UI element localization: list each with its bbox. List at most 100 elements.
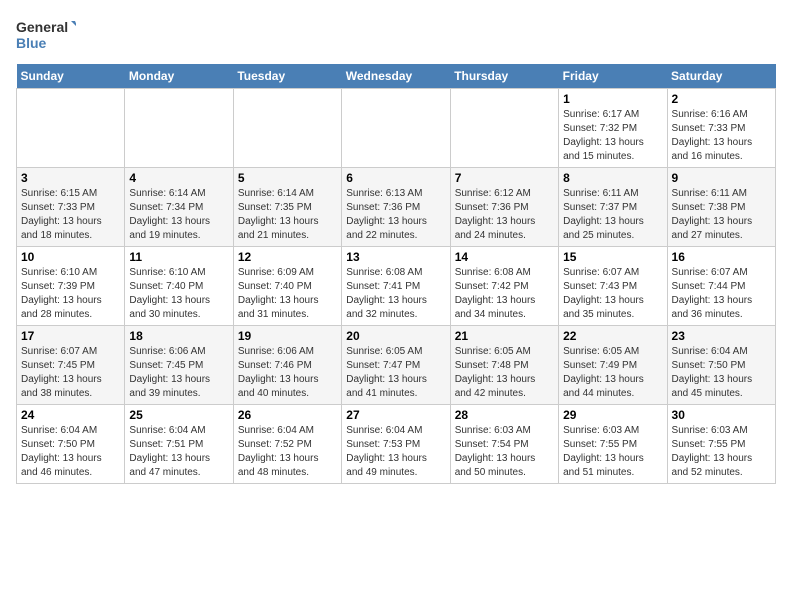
calendar-cell: 24 Sunrise: 6:04 AMSunset: 7:50 PMDayligh… xyxy=(17,405,125,484)
col-header-monday: Monday xyxy=(125,64,233,89)
svg-text:Blue: Blue xyxy=(16,35,47,51)
calendar-cell xyxy=(17,89,125,168)
day-info: Sunrise: 6:14 AMSunset: 7:34 PMDaylight:… xyxy=(129,187,228,243)
calendar-cell: 4 Sunrise: 6:14 AMSunset: 7:34 PMDaylight… xyxy=(125,168,233,247)
calendar-cell: 27 Sunrise: 6:04 AMSunset: 7:53 PMDayligh… xyxy=(342,405,450,484)
day-number: 4 xyxy=(129,171,228,185)
calendar-cell: 8 Sunrise: 6:11 AMSunset: 7:37 PMDaylight… xyxy=(559,168,667,247)
calendar-cell: 7Sunrise: 6:12 AMSunset: 7:36 PMDaylight… xyxy=(450,168,558,247)
day-info: Sunrise: 6:04 AMSunset: 7:52 PMDaylight:… xyxy=(238,424,337,480)
day-number: 5 xyxy=(238,171,337,185)
calendar-cell: 12 Sunrise: 6:09 AMSunset: 7:40 PMDayligh… xyxy=(233,247,341,326)
day-info: Sunrise: 6:05 AMSunset: 7:47 PMDaylight:… xyxy=(346,345,445,401)
calendar-week-1: 1Sunrise: 6:17 AMSunset: 7:32 PMDaylight… xyxy=(17,89,776,168)
day-number: 26 xyxy=(238,408,337,422)
day-number: 6 xyxy=(346,171,445,185)
calendar-cell: 9 Sunrise: 6:11 AMSunset: 7:38 PMDaylight… xyxy=(667,168,775,247)
day-info: Sunrise: 6:04 AMSunset: 7:53 PMDaylight:… xyxy=(346,424,445,480)
calendar-cell: 21Sunrise: 6:05 AMSunset: 7:48 PMDayligh… xyxy=(450,326,558,405)
calendar-cell: 18 Sunrise: 6:06 AMSunset: 7:45 PMDayligh… xyxy=(125,326,233,405)
day-info: Sunrise: 6:07 AMSunset: 7:45 PMDaylight:… xyxy=(21,345,120,401)
calendar-cell: 26 Sunrise: 6:04 AMSunset: 7:52 PMDayligh… xyxy=(233,405,341,484)
day-number: 2 xyxy=(672,92,771,106)
day-number: 21 xyxy=(455,329,554,343)
day-info: Sunrise: 6:15 AMSunset: 7:33 PMDaylight:… xyxy=(21,187,120,243)
col-header-wednesday: Wednesday xyxy=(342,64,450,89)
day-info: Sunrise: 6:08 AMSunset: 7:42 PMDaylight:… xyxy=(455,266,554,322)
calendar-cell: 23Sunrise: 6:04 AMSunset: 7:50 PMDayligh… xyxy=(667,326,775,405)
day-number: 13 xyxy=(346,250,445,264)
logo-svg: General Blue xyxy=(16,16,76,56)
calendar-header-row: SundayMondayTuesdayWednesdayThursdayFrid… xyxy=(17,64,776,89)
day-info: Sunrise: 6:09 AMSunset: 7:40 PMDaylight:… xyxy=(238,266,337,322)
day-info: Sunrise: 6:12 AMSunset: 7:36 PMDaylight:… xyxy=(455,187,554,243)
calendar-cell: 5Sunrise: 6:14 AMSunset: 7:35 PMDaylight… xyxy=(233,168,341,247)
day-number: 27 xyxy=(346,408,445,422)
calendar-cell: 15Sunrise: 6:07 AMSunset: 7:43 PMDayligh… xyxy=(559,247,667,326)
col-header-saturday: Saturday xyxy=(667,64,775,89)
calendar-cell: 17 Sunrise: 6:07 AMSunset: 7:45 PMDayligh… xyxy=(17,326,125,405)
day-info: Sunrise: 6:11 AMSunset: 7:38 PMDaylight:… xyxy=(672,187,771,243)
calendar-cell: 1Sunrise: 6:17 AMSunset: 7:32 PMDaylight… xyxy=(559,89,667,168)
day-number: 24 xyxy=(21,408,120,422)
calendar-cell: 19 Sunrise: 6:06 AMSunset: 7:46 PMDayligh… xyxy=(233,326,341,405)
day-info: Sunrise: 6:10 AMSunset: 7:40 PMDaylight:… xyxy=(129,266,228,322)
calendar-cell: 2 Sunrise: 6:16 AMSunset: 7:33 PMDaylight… xyxy=(667,89,775,168)
day-info: Sunrise: 6:03 AMSunset: 7:55 PMDaylight:… xyxy=(563,424,662,480)
col-header-sunday: Sunday xyxy=(17,64,125,89)
day-info: Sunrise: 6:13 AMSunset: 7:36 PMDaylight:… xyxy=(346,187,445,243)
calendar-cell: 11Sunrise: 6:10 AMSunset: 7:40 PMDayligh… xyxy=(125,247,233,326)
day-info: Sunrise: 6:05 AMSunset: 7:49 PMDaylight:… xyxy=(563,345,662,401)
calendar-cell: 10 Sunrise: 6:10 AMSunset: 7:39 PMDayligh… xyxy=(17,247,125,326)
col-header-thursday: Thursday xyxy=(450,64,558,89)
day-info: Sunrise: 6:03 AMSunset: 7:54 PMDaylight:… xyxy=(455,424,554,480)
day-number: 17 xyxy=(21,329,120,343)
day-number: 10 xyxy=(21,250,120,264)
calendar-cell: 16Sunrise: 6:07 AMSunset: 7:44 PMDayligh… xyxy=(667,247,775,326)
day-number: 1 xyxy=(563,92,662,106)
day-number: 9 xyxy=(672,171,771,185)
day-number: 15 xyxy=(563,250,662,264)
day-info: Sunrise: 6:16 AMSunset: 7:33 PMDaylight:… xyxy=(672,108,771,164)
day-number: 28 xyxy=(455,408,554,422)
calendar-cell: 3 Sunrise: 6:15 AMSunset: 7:33 PMDaylight… xyxy=(17,168,125,247)
day-number: 18 xyxy=(129,329,228,343)
day-number: 29 xyxy=(563,408,662,422)
calendar-week-5: 24 Sunrise: 6:04 AMSunset: 7:50 PMDayligh… xyxy=(17,405,776,484)
svg-text:General: General xyxy=(16,19,68,35)
calendar-cell xyxy=(125,89,233,168)
calendar-cell: 6 Sunrise: 6:13 AMSunset: 7:36 PMDaylight… xyxy=(342,168,450,247)
day-info: Sunrise: 6:04 AMSunset: 7:51 PMDaylight:… xyxy=(129,424,228,480)
calendar-cell: 13 Sunrise: 6:08 AMSunset: 7:41 PMDayligh… xyxy=(342,247,450,326)
calendar-cell: 22 Sunrise: 6:05 AMSunset: 7:49 PMDayligh… xyxy=(559,326,667,405)
day-info: Sunrise: 6:06 AMSunset: 7:46 PMDaylight:… xyxy=(238,345,337,401)
calendar-cell xyxy=(450,89,558,168)
calendar-cell: 29 Sunrise: 6:03 AMSunset: 7:55 PMDayligh… xyxy=(559,405,667,484)
day-info: Sunrise: 6:04 AMSunset: 7:50 PMDaylight:… xyxy=(21,424,120,480)
calendar: SundayMondayTuesdayWednesdayThursdayFrid… xyxy=(16,64,776,484)
day-number: 3 xyxy=(21,171,120,185)
calendar-week-2: 3 Sunrise: 6:15 AMSunset: 7:33 PMDaylight… xyxy=(17,168,776,247)
day-info: Sunrise: 6:11 AMSunset: 7:37 PMDaylight:… xyxy=(563,187,662,243)
day-info: Sunrise: 6:08 AMSunset: 7:41 PMDaylight:… xyxy=(346,266,445,322)
calendar-cell: 20 Sunrise: 6:05 AMSunset: 7:47 PMDayligh… xyxy=(342,326,450,405)
day-info: Sunrise: 6:06 AMSunset: 7:45 PMDaylight:… xyxy=(129,345,228,401)
day-number: 25 xyxy=(129,408,228,422)
calendar-cell: 25 Sunrise: 6:04 AMSunset: 7:51 PMDayligh… xyxy=(125,405,233,484)
day-info: Sunrise: 6:04 AMSunset: 7:50 PMDaylight:… xyxy=(672,345,771,401)
day-info: Sunrise: 6:03 AMSunset: 7:55 PMDaylight:… xyxy=(672,424,771,480)
day-number: 22 xyxy=(563,329,662,343)
calendar-week-3: 10 Sunrise: 6:10 AMSunset: 7:39 PMDayligh… xyxy=(17,247,776,326)
day-info: Sunrise: 6:10 AMSunset: 7:39 PMDaylight:… xyxy=(21,266,120,322)
day-number: 19 xyxy=(238,329,337,343)
day-number: 16 xyxy=(672,250,771,264)
calendar-cell: 30Sunrise: 6:03 AMSunset: 7:55 PMDayligh… xyxy=(667,405,775,484)
calendar-week-4: 17 Sunrise: 6:07 AMSunset: 7:45 PMDayligh… xyxy=(17,326,776,405)
logo: General Blue xyxy=(16,16,76,56)
calendar-cell xyxy=(233,89,341,168)
calendar-cell: 14 Sunrise: 6:08 AMSunset: 7:42 PMDayligh… xyxy=(450,247,558,326)
day-number: 8 xyxy=(563,171,662,185)
day-number: 12 xyxy=(238,250,337,264)
day-number: 14 xyxy=(455,250,554,264)
day-number: 20 xyxy=(346,329,445,343)
